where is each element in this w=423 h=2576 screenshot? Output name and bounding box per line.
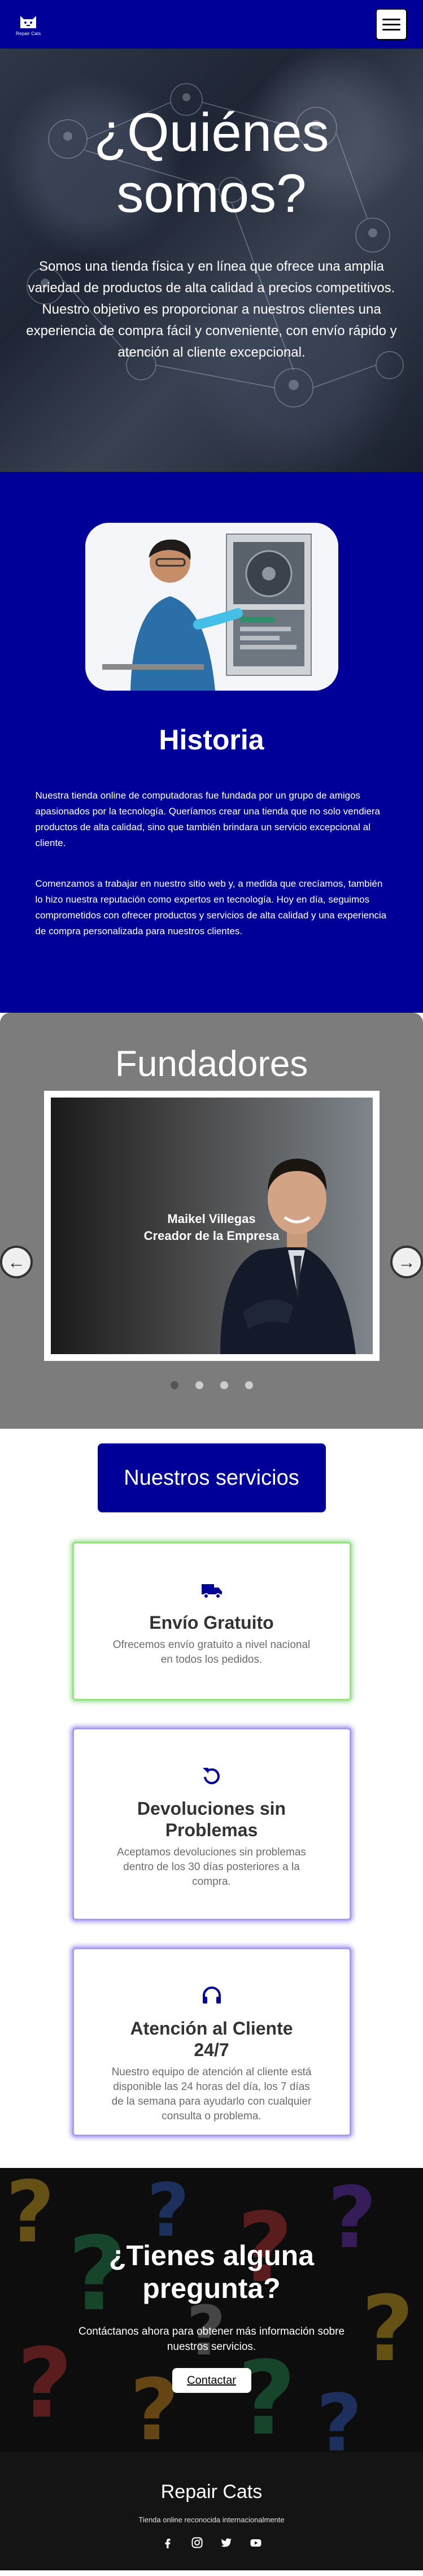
historia-paragraph-1: Nuestra tienda online de computadoras fu… xyxy=(35,790,381,848)
carousel-indicator-2[interactable] xyxy=(195,1381,203,1389)
navbar: Repair Cats xyxy=(0,0,423,49)
service-card-description: Aceptamos devoluciones sin problemas den… xyxy=(117,1846,306,1888)
founder-role: Creador de la Empresa xyxy=(143,1229,280,1243)
hero-text-1: Somos una tienda física y en línea que o… xyxy=(28,259,395,296)
footer-tagline: Tienda online reconocida internacionalme… xyxy=(138,2516,285,2524)
arrow-right-icon: → xyxy=(398,1252,416,1272)
contact-content: ¿Tienes alguna pregunta? Contáctanos aho… xyxy=(0,2168,423,2393)
carousel-indicator-1[interactable] xyxy=(170,1381,178,1389)
contactar-button[interactable]: Contactar xyxy=(172,2368,251,2393)
menu-toggle-button[interactable] xyxy=(376,8,407,40)
fundadores-section: Fundadores Maikel Villegas Creador de la… xyxy=(0,1013,423,1429)
truck-icon xyxy=(201,1584,222,1599)
contact-section: ? ? ? ? ? ? ? ? ? ? ? ¿Tienes alguna pre… xyxy=(0,2168,423,2452)
youtube-link[interactable] xyxy=(250,2536,262,2552)
service-card-atencion: Atención al Cliente 24/7 Nuestro equipo … xyxy=(72,1948,351,2136)
carousel-indicators xyxy=(0,1381,423,1389)
footer: Repair Cats Tienda online reconocida int… xyxy=(0,2452,423,2570)
twitter-icon xyxy=(220,2538,232,2547)
contact-title: ¿Tienes alguna pregunta? xyxy=(108,2240,315,2304)
twitter-link[interactable] xyxy=(220,2536,233,2552)
hamburger-line-icon xyxy=(382,23,400,25)
service-card-title: Envío Gratuito xyxy=(149,1612,274,1633)
historia-title: Historia xyxy=(159,724,264,756)
carousel-indicator-4[interactable] xyxy=(245,1381,253,1389)
instagram-link[interactable] xyxy=(191,2536,203,2552)
carousel-prev-button[interactable]: ← xyxy=(0,1246,33,1278)
service-card-description: Nuestro equipo de atención al cliente es… xyxy=(111,2066,312,2122)
founders-carousel: Maikel Villegas Creador de la Empresa xyxy=(43,1091,380,1361)
hero-content: ¿Quiénes somos? Somos una tienda física … xyxy=(0,49,423,363)
hero-description: Somos una tienda física y en línea que o… xyxy=(20,256,404,363)
slide-caption: Maikel Villegas Creador de la Empresa xyxy=(51,1211,373,1244)
hamburger-line-icon xyxy=(382,18,400,20)
service-card-envio: Envío Gratuito Ofrecemos envío gratuito … xyxy=(72,1542,351,1701)
fundadores-title: Fundadores xyxy=(115,1043,308,1084)
nuestros-servicios-button[interactable]: Nuestros servicios xyxy=(97,1443,326,1512)
servicios-section: Nuestros servicios Envío Gratuito Ofrece… xyxy=(0,1429,423,2168)
social-links xyxy=(0,2536,423,2552)
technician-photo xyxy=(85,523,338,691)
service-card-devoluciones: Devoluciones sin Problemas Aceptamos dev… xyxy=(72,1728,351,1920)
carousel-next-button[interactable]: → xyxy=(390,1246,423,1278)
historia-section: Historia Nuestra tienda online de comput… xyxy=(0,472,423,1013)
brand-logo-link[interactable]: Repair Cats xyxy=(16,12,41,36)
services-list: Envío Gratuito Ofrecemos envío gratuito … xyxy=(0,1542,423,2136)
service-card-title: Devoluciones sin Problemas xyxy=(137,1798,286,1840)
hero-title: ¿Quiénes somos? xyxy=(94,102,329,224)
service-card-title: Atención al Cliente 24/7 xyxy=(130,2018,293,2060)
footer-title: Repair Cats xyxy=(160,2481,263,2503)
undo-icon xyxy=(202,1768,220,1784)
service-card-description: Ofrecemos envío gratuito a nivel naciona… xyxy=(112,1639,311,1666)
facebook-icon xyxy=(165,2539,170,2548)
brand-name: Repair Cats xyxy=(16,31,41,36)
historia-paragraph-2: Comenzamos a trabajar en nuestro sitio w… xyxy=(35,878,387,936)
headset-icon xyxy=(202,1987,221,2003)
carousel-indicator-3[interactable] xyxy=(220,1381,228,1389)
facebook-link[interactable] xyxy=(162,2536,174,2552)
hero-text-2: Nuestro objetivo es proporcionar a nuest… xyxy=(26,302,397,360)
carousel-slide: Maikel Villegas Creador de la Empresa xyxy=(50,1098,373,1354)
contact-text: Contáctanos ahora para obtener más infor… xyxy=(78,2326,345,2353)
instagram-icon xyxy=(191,2537,202,2548)
cat-logo-icon xyxy=(20,16,37,28)
hamburger-line-icon xyxy=(382,28,400,31)
youtube-icon xyxy=(250,2539,261,2547)
arrow-left-icon: ← xyxy=(7,1252,25,1272)
hero-section: ¿Quiénes somos? Somos una tienda física … xyxy=(0,49,423,472)
founder-name: Maikel Villegas xyxy=(167,1212,256,1226)
